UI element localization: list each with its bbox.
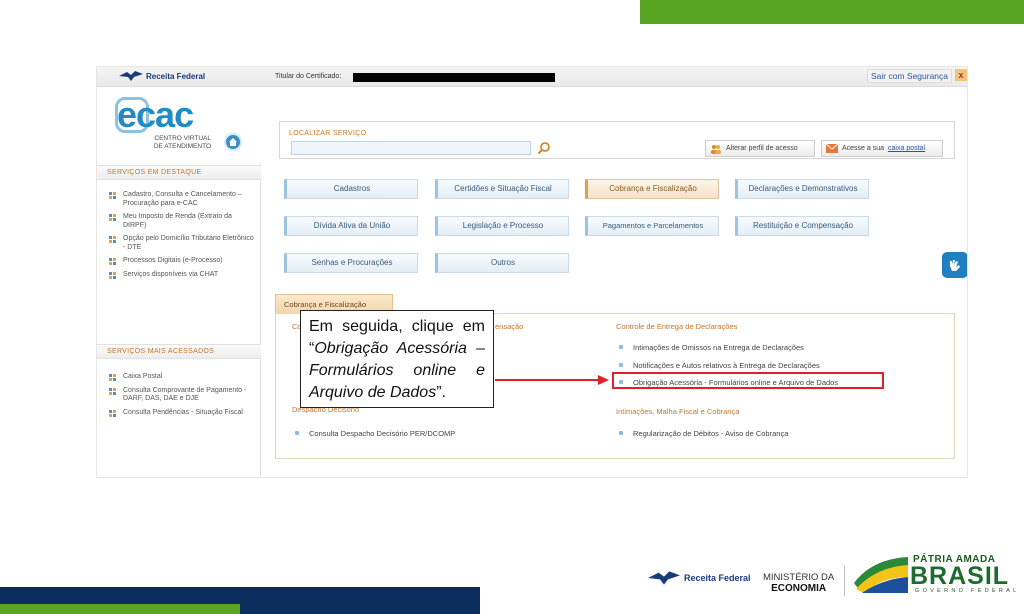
change-profile-button[interactable]: Alterar perfil de acesso	[705, 140, 815, 157]
ecac-subtitle-line2: DE ATENDIMENTO	[153, 143, 211, 150]
top-accent-bar	[640, 0, 1024, 24]
tile-cadastros[interactable]: Cadastros	[284, 179, 418, 199]
ecac-screenshot: Receita Federal Titular do Certificado: …	[96, 66, 968, 478]
brasil-text: BRASIL	[910, 562, 1010, 590]
search-input[interactable]	[291, 141, 531, 155]
home-icon[interactable]	[224, 133, 242, 151]
receita-federal-logo[interactable]: Receita Federal	[119, 70, 205, 82]
accessed-item-label: Consulta Pendências - Situação Fiscal	[123, 408, 243, 416]
ecac-subtitle-line1: CENTRO VIRTUAL	[154, 135, 211, 142]
slide: Receita Federal Titular do Certificado: …	[0, 0, 1024, 614]
right-item-intimacoes-omissos[interactable]: Intimações de Omissos na Entrega de Decl…	[617, 343, 804, 352]
featured-item-procuracao[interactable]: Cadastro, Consulta e Cancelamento – Proc…	[107, 191, 257, 208]
change-profile-label: Alterar perfil de acesso	[726, 145, 798, 152]
footer-divider	[844, 566, 845, 596]
mailbox-button[interactable]: Acesse a sua caixa postal	[821, 140, 943, 157]
tile-divida-ativa[interactable]: Dívida Ativa da União	[284, 216, 418, 236]
featured-item-dte[interactable]: Opção pelo Domicílio Tributário Eletrôni…	[107, 235, 257, 252]
ecac-subtitle: CENTRO VIRTUAL DE ATENDIMENTO	[151, 135, 211, 151]
accessed-item-comprovante[interactable]: Consulta Comprovante de Pagamento - DARF…	[107, 387, 257, 404]
sidebar: SERVIÇOS EM DESTAQUE Cadastro, Consulta …	[97, 163, 261, 477]
bullet-icon	[109, 214, 117, 221]
callout-suffix: ”.	[436, 384, 446, 401]
right-item-regularizacao[interactable]: Regularização de Débitos - Aviso de Cobr…	[617, 429, 788, 438]
redacted-certificate-holder	[353, 73, 555, 82]
ecac-logo-text: ecac	[117, 94, 194, 135]
footer-receita-logo: Receita Federal	[648, 570, 751, 586]
featured-item-label: Processos Digitais (e-Processo)	[123, 257, 223, 264]
featured-item-label: Cadastro, Consulta e Cancelamento – Proc…	[123, 191, 242, 207]
right-section2-title: Intimações, Malha Fiscal e Cobrança	[616, 407, 740, 416]
featured-item-chat[interactable]: Serviços disponíveis via CHAT	[107, 271, 257, 280]
callout-italic: Obrigação Acessória – Formulários online…	[309, 340, 485, 401]
logout-button[interactable]: Sair com Segurança	[867, 69, 953, 83]
tile-outros[interactable]: Outros	[435, 253, 569, 273]
featured-item-label: Meu Imposto de Renda (Extrato da DIRPF)	[123, 213, 232, 229]
right-section-title: Controle de Entrega de Declarações	[616, 322, 738, 331]
receita-brand-text: Receita Federal	[146, 71, 206, 81]
accessed-item-label: Caixa Postal	[123, 373, 163, 380]
tile-certidoes[interactable]: Certidões e Situação Fiscal	[435, 179, 569, 199]
ministry-logo: MINISTÉRIO DA ECONOMIA	[763, 572, 834, 594]
users-icon	[711, 144, 721, 154]
mailbox-prefix: Acesse a sua	[842, 145, 885, 152]
featured-services-list: Cadastro, Consulta e Cancelamento – Proc…	[107, 191, 257, 284]
featured-item-label: Serviços disponíveis via CHAT	[123, 270, 219, 278]
left-section-title-tail: ensação	[495, 322, 524, 331]
search-label: LOCALIZAR SERVIÇO	[289, 130, 367, 137]
brazil-flag-icon	[854, 557, 908, 593]
accessed-item-pendencias[interactable]: Consulta Pendências - Situação Fiscal	[107, 409, 257, 418]
tile-senhas[interactable]: Senhas e Procurações	[284, 253, 418, 273]
featured-item-imposto-renda[interactable]: Meu Imposto de Renda (Extrato da DIRPF)	[107, 213, 257, 230]
envelope-icon	[826, 144, 838, 153]
instruction-callout: Em seguida, clique em “Obrigação Acessór…	[300, 310, 494, 408]
accessed-item-label: Consulta Comprovante de Pagamento - DARF…	[123, 386, 247, 403]
titular-label: Titular do Certificado:	[275, 73, 342, 80]
featured-item-label: Opção pelo Domicílio Tributário Eletrôni…	[123, 235, 254, 251]
bullet-icon	[109, 374, 117, 381]
highlight-box	[612, 372, 884, 389]
mailbox-link[interactable]: caixa postal	[888, 145, 925, 152]
most-accessed-title: SERVIÇOS MAIS ACESSADOS	[97, 344, 261, 359]
pointer-arrow-icon	[495, 375, 609, 385]
tile-declaracoes[interactable]: Declarações e Demonstrativos	[735, 179, 869, 199]
bullet-icon	[109, 192, 117, 199]
ministry-line2: ECONOMIA	[771, 583, 827, 594]
receita-bird-icon	[648, 571, 680, 585]
footer-receita-text: Receita Federal	[684, 573, 751, 583]
featured-item-eprocesso[interactable]: Processos Digitais (e-Processo)	[107, 257, 257, 266]
bullet-icon	[109, 409, 117, 417]
accessed-item-caixa-postal[interactable]: Caixa Postal	[107, 373, 257, 382]
despacho-item[interactable]: Consulta Despacho Decisório PER/DCOMP	[293, 429, 455, 438]
right-item-notificacoes[interactable]: Notificações e Autos relativos à Entrega…	[617, 361, 820, 370]
ministry-line1: MINISTÉRIO DA	[763, 572, 835, 583]
governo-federal-text: GOVERNO FEDERAL	[915, 588, 1020, 594]
bottom-green-bar	[0, 604, 240, 614]
search-icon[interactable]	[537, 141, 551, 155]
accessibility-hands-icon[interactable]	[942, 252, 967, 278]
bullet-icon	[109, 258, 117, 265]
bullet-icon	[109, 271, 117, 279]
bullet-icon	[109, 387, 117, 395]
featured-services-title: SERVIÇOS EM DESTAQUE	[97, 165, 261, 180]
most-accessed-list: Caixa Postal Consulta Comprovante de Pag…	[107, 373, 257, 422]
receita-bird-icon	[119, 71, 143, 81]
tile-restituicao[interactable]: Restituição e Compensação	[735, 216, 869, 236]
tile-legislacao[interactable]: Legislação e Processo	[435, 216, 569, 236]
close-icon[interactable]: x	[955, 69, 967, 81]
tile-cobranca[interactable]: Cobrança e Fiscalização	[585, 179, 719, 199]
bullet-icon	[109, 236, 117, 243]
tile-pagamentos[interactable]: Pagamentos e Parcelamentos	[585, 216, 719, 236]
